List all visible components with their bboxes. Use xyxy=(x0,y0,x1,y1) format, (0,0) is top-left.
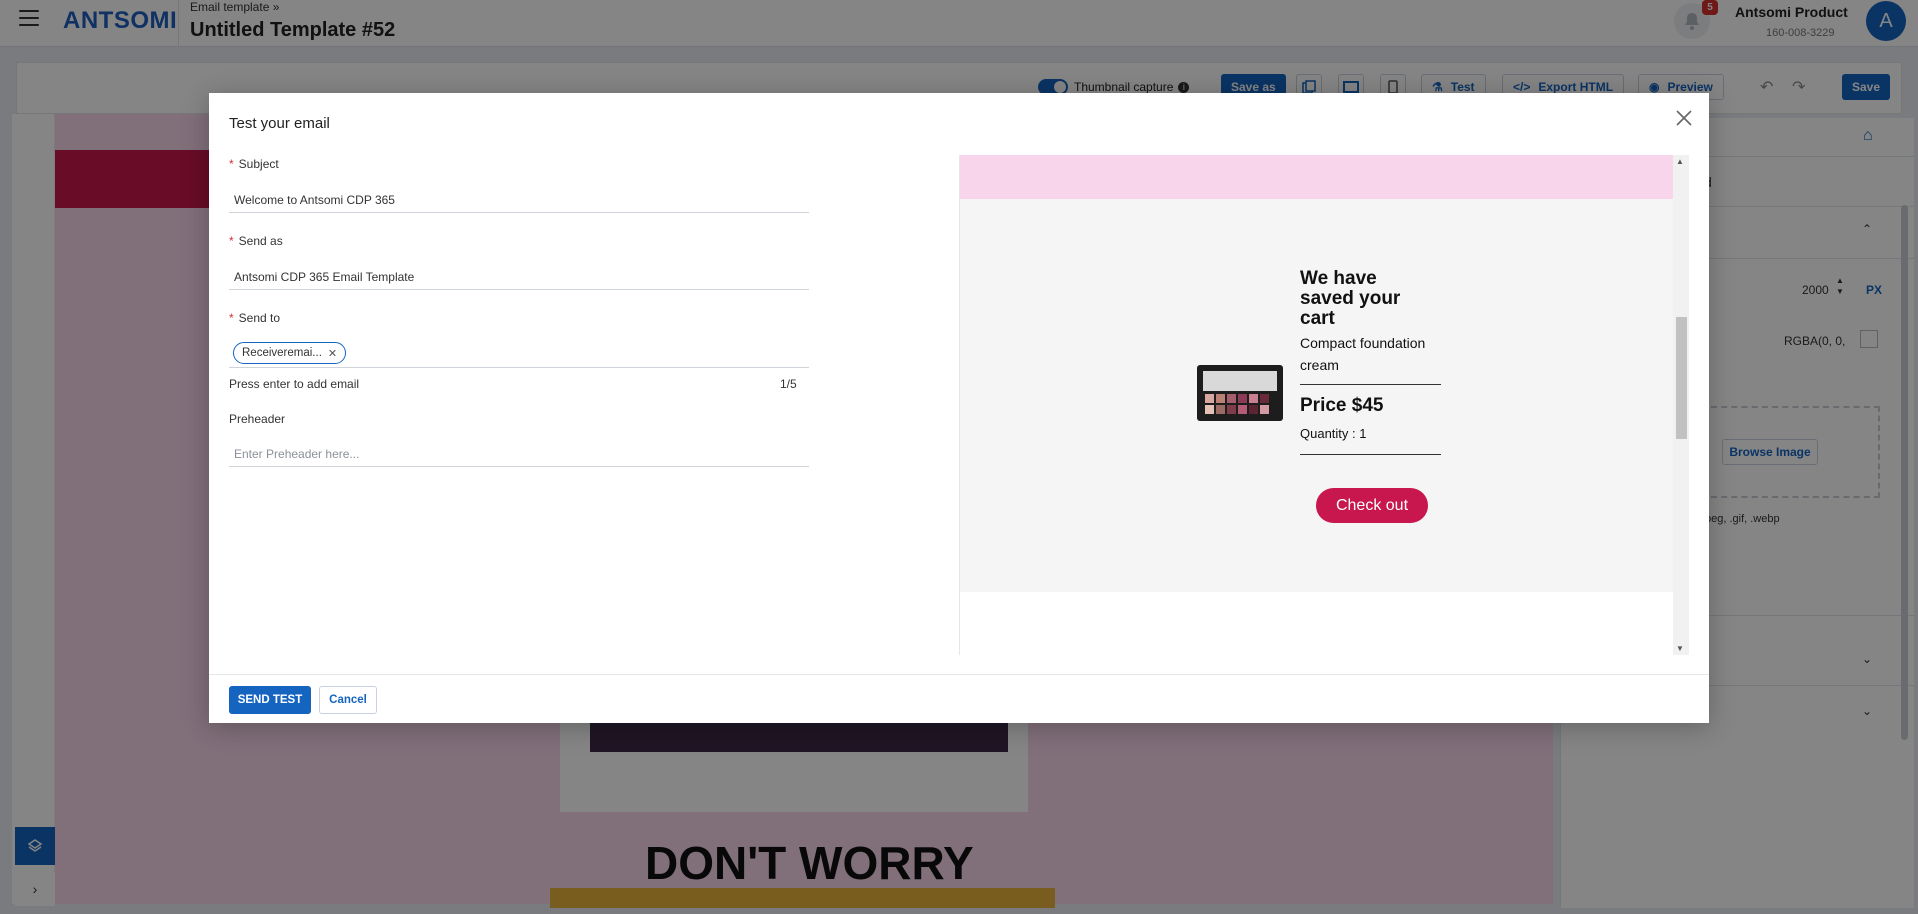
preview-quantity: Quantity : 1 xyxy=(1300,426,1367,441)
send-test-button[interactable]: SEND TEST xyxy=(229,686,311,714)
test-email-modal: Test your email *Subject *Send as *Send … xyxy=(209,93,1709,723)
preview-headline: We have saved your cart xyxy=(1300,268,1401,329)
recipient-chip-label: Receiveremai... xyxy=(242,347,322,359)
divider xyxy=(209,674,1709,675)
preview-product-name: Compact foundation cream xyxy=(1300,335,1426,373)
scroll-down-icon[interactable]: ▼ xyxy=(1676,644,1684,653)
preview-scroll-thumb[interactable] xyxy=(1676,317,1687,439)
send-as-label: * Send as xyxy=(229,234,283,248)
send-to-label: * Send to xyxy=(229,311,281,325)
preheader-label: Preheader xyxy=(229,412,286,426)
send-to-input[interactable]: Receiveremai... ✕ xyxy=(229,340,809,368)
modal-title: Test your email xyxy=(229,115,330,132)
divider xyxy=(1300,454,1441,455)
scroll-up-icon[interactable]: ▲ xyxy=(1676,157,1684,166)
preview-header-band xyxy=(960,155,1673,199)
send-as-input[interactable] xyxy=(229,264,809,290)
subject-input[interactable] xyxy=(229,187,809,213)
product-image xyxy=(1197,365,1283,421)
email-preview: We have saved your cart Compact foundati… xyxy=(959,155,1689,655)
remove-chip-icon[interactable]: ✕ xyxy=(328,347,337,360)
subject-label: * Subject xyxy=(229,157,279,171)
send-to-hint: Press enter to add email xyxy=(229,377,360,391)
recipient-chip[interactable]: Receiveremai... ✕ xyxy=(233,342,347,364)
divider xyxy=(1300,384,1441,385)
preheader-input[interactable] xyxy=(229,441,809,467)
cancel-button[interactable]: Cancel xyxy=(319,686,377,714)
preview-price: Price $45 xyxy=(1300,395,1384,416)
close-icon[interactable] xyxy=(1673,107,1695,129)
recipient-counter: 1/5 xyxy=(780,377,797,391)
preview-checkout-button[interactable]: Check out xyxy=(1316,488,1428,523)
